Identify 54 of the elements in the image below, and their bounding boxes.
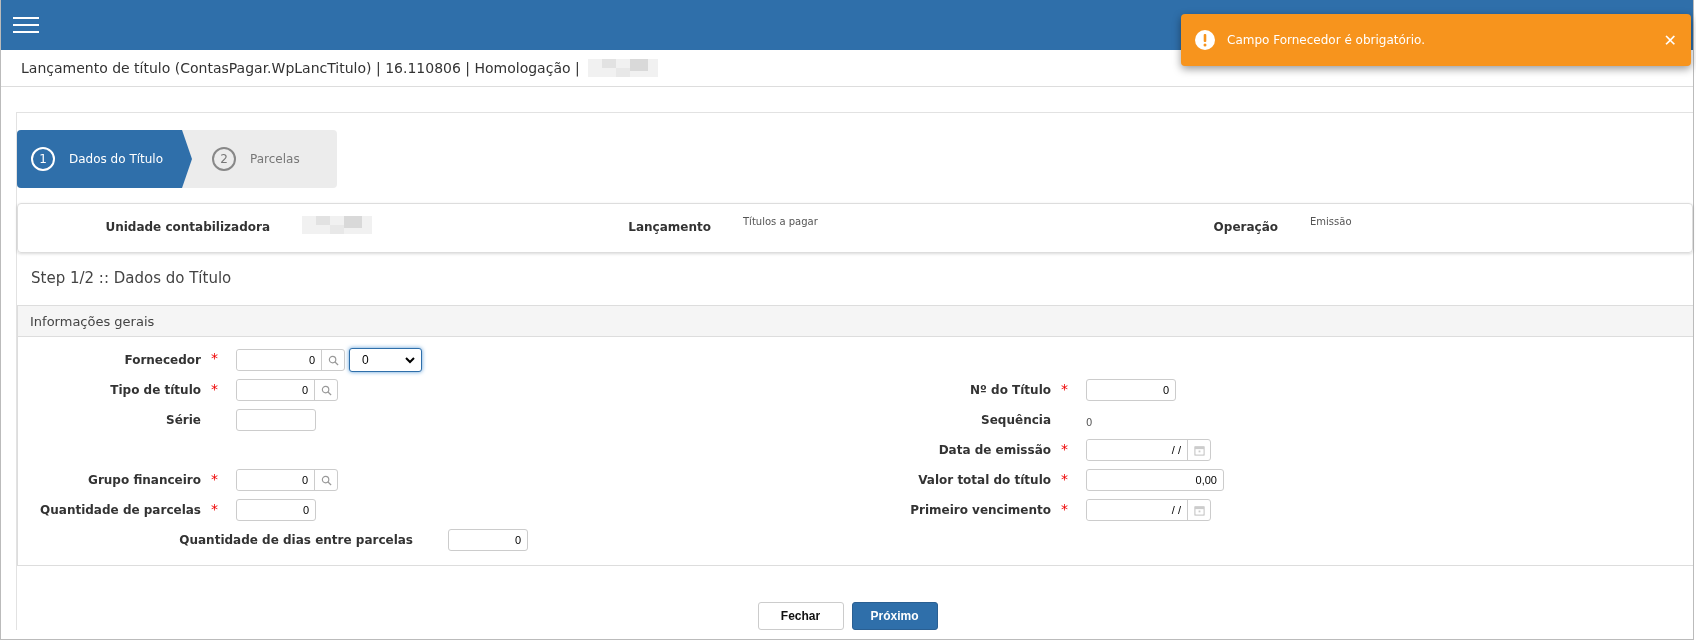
field-label: Valor total do título	[917, 473, 1051, 487]
lookup-field[interactable]: 0	[236, 379, 338, 401]
lookup-field[interactable]: 0	[236, 469, 338, 491]
field-label: Tipo de título	[109, 383, 201, 397]
step-heading: Step 1/2 :: Dados do Título	[31, 269, 233, 289]
date-field[interactable]: / /	[1086, 439, 1211, 461]
field-label: Fornecedor	[123, 353, 201, 367]
info-label: Lançamento	[627, 220, 711, 234]
step-number: 1	[31, 147, 55, 171]
step-number: 2	[212, 147, 236, 171]
field-label: Quantidade de parcelas	[39, 503, 201, 517]
toast-message: Campo Fornecedor é obrigatório.	[1227, 33, 1427, 47]
field-label: Quantidade de dias entre parcelas	[178, 533, 413, 547]
warning-icon	[1195, 30, 1215, 50]
calendar-icon[interactable]	[1193, 444, 1205, 456]
required-mark: *	[210, 501, 219, 517]
required-mark: *	[1060, 501, 1069, 517]
search-icon[interactable]	[320, 384, 332, 396]
info-value: Títulos a pagar	[743, 216, 818, 229]
page-title: Lançamento de título (ContasPagar.WpLancTitulo) | 16.110806 | Homologação |	[21, 60, 580, 76]
close-button[interactable]: Fechar	[757, 602, 844, 630]
field-label: Sequência	[980, 413, 1051, 427]
info-label: Operação	[1212, 220, 1278, 234]
date-field[interactable]: / /	[1086, 499, 1211, 521]
calendar-icon[interactable]	[1193, 504, 1205, 516]
info-value: Emissão	[1310, 216, 1352, 229]
input-field[interactable]: 0	[236, 499, 316, 521]
search-icon[interactable]	[327, 354, 339, 366]
required-mark: *	[210, 471, 219, 487]
dropdown[interactable]: 0	[349, 348, 422, 372]
section-header: Informações gerais	[18, 306, 1693, 337]
caret-icon	[405, 356, 415, 364]
info-label: Unidade contabilizadora	[104, 220, 270, 234]
field-label: Série	[165, 413, 201, 427]
field-label: Nº do Título	[969, 383, 1051, 397]
input-field[interactable]	[236, 409, 316, 431]
required-mark: *	[1060, 381, 1069, 397]
required-mark: *	[210, 350, 219, 366]
input-field[interactable]: 0	[448, 529, 528, 551]
lookup-field[interactable]: 0	[236, 349, 345, 371]
field-value: 0	[1086, 416, 1093, 428]
menu-icon[interactable]	[13, 16, 39, 34]
step-tab[interactable]: 2 Parcelas	[192, 130, 320, 188]
field-label: Data de emissão	[937, 443, 1051, 457]
next-button[interactable]: Próximo	[851, 602, 938, 630]
field-label: Primeiro vencimento	[909, 503, 1051, 517]
required-mark: *	[1060, 471, 1069, 487]
step-tab[interactable]: 1 Dados do Título	[17, 130, 192, 188]
required-mark: *	[1060, 441, 1069, 457]
field-label: Grupo financeiro	[87, 473, 201, 487]
required-mark: *	[210, 381, 219, 397]
input-field[interactable]: 0	[1086, 379, 1176, 401]
search-icon[interactable]	[320, 474, 332, 486]
input-field[interactable]: 0,00	[1086, 469, 1224, 491]
